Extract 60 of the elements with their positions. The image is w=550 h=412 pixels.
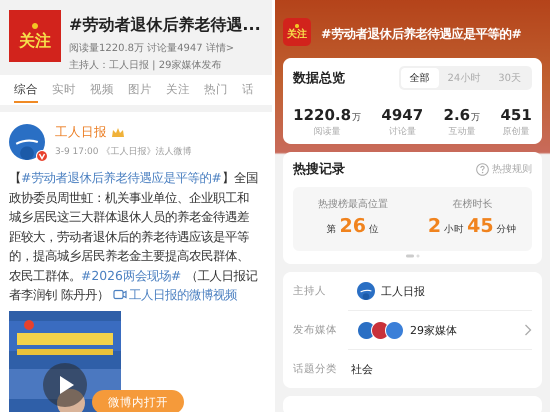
crown-icon xyxy=(111,126,125,138)
logo-icon xyxy=(357,282,375,300)
hashtag-link[interactable]: #劳动者退休后养老待遇应是平等的# xyxy=(21,170,222,185)
record-number: 2 xyxy=(428,215,442,237)
badge-label: 关注 xyxy=(287,30,307,40)
record-number: 26 xyxy=(340,215,366,237)
info-value: 社会 xyxy=(351,362,373,376)
badge-label: 关注 xyxy=(19,33,51,49)
info-label: 发布媒体 xyxy=(293,323,338,337)
range-tab[interactable]: 全部 xyxy=(400,68,439,88)
record-label: 在榜时长 xyxy=(452,198,492,211)
hashtag-link[interactable]: #2026两会现场# xyxy=(81,268,182,282)
stat-label: 互动量 xyxy=(448,126,476,138)
tab[interactable]: 热门 xyxy=(204,82,228,101)
info-label: 话题分类 xyxy=(293,362,338,376)
tab[interactable]: 实时 xyxy=(52,82,76,101)
stat-value: 4947 xyxy=(381,106,424,124)
section-title: 热搜记录 xyxy=(293,161,345,178)
tab[interactable]: 综合 xyxy=(14,82,38,103)
tab[interactable]: 关注 xyxy=(166,82,190,101)
record-unit: 分钟 xyxy=(496,223,517,236)
play-icon xyxy=(43,362,87,406)
pager-icon xyxy=(406,254,420,258)
record-unit: 第 xyxy=(326,223,337,236)
emblem-icon xyxy=(294,24,300,28)
topic-title: #劳动者退休后养老待遇... xyxy=(69,15,261,36)
topic-stats: 阅读量1220.8万 讨论量4947 详情> xyxy=(69,42,236,55)
record-unit: 位 xyxy=(368,223,379,236)
stat-value: 2.6 xyxy=(444,106,470,124)
help-icon xyxy=(476,162,489,176)
post-time: 3-9 17:00 《工人日报》法人微博 xyxy=(55,146,192,158)
stat-value: 451 xyxy=(500,106,532,124)
video-icon xyxy=(112,289,127,300)
info-label: 主持人 xyxy=(293,284,327,298)
logo-icon xyxy=(9,124,45,160)
stat-label: 阅读量 xyxy=(314,126,341,138)
record-unit: 小时 xyxy=(444,223,464,236)
stat-label: 原创量 xyxy=(502,126,530,138)
range-tab[interactable]: 24小时 xyxy=(438,68,490,88)
rules-link[interactable]: 热搜规则 xyxy=(476,162,532,176)
record-label: 热搜榜最高位置 xyxy=(318,198,388,211)
info-value: 工人日报 xyxy=(381,284,425,298)
stat-unit: 万 xyxy=(471,112,480,124)
range-tab[interactable]: 30天 xyxy=(489,68,530,88)
stat-label: 讨论量 xyxy=(388,126,416,138)
post-text: 【#劳动者退休后养老待遇应是平等的#】全国政协委员周世虹：机关事业单位、企业职工和城乡居民这三大群体退休人员的养老金待遇差距较大，劳动者退休后的养老待遇应该是平等的，提高城乡居民养老金主要提高农民群体、农民工群体。#2026两会现场# （工人日报记者李润钊 陈丹丹） 工人日报的微博视频 xyxy=(9,169,259,304)
section-title: 数据总览 xyxy=(293,70,345,87)
tab[interactable]: 视频 xyxy=(90,82,114,101)
video-link[interactable]: 工人日报的微博视频 xyxy=(112,287,237,302)
stat-unit: 万 xyxy=(352,112,362,124)
tab[interactable]: 图片 xyxy=(128,82,152,101)
author-name[interactable]: 工人日报 xyxy=(55,124,107,141)
stat-value: 1220.8 xyxy=(293,106,352,124)
tab[interactable]: 话 xyxy=(242,82,254,101)
info-value[interactable]: 29家媒体 xyxy=(410,322,457,338)
emblem-icon xyxy=(30,23,40,29)
open-in-app-button[interactable]: 微博内打开 xyxy=(92,390,184,412)
record-number: 45 xyxy=(467,215,494,237)
topic-title: #劳动者退休后养老待遇应是平等的# xyxy=(321,26,522,43)
host-line: 主持人：工人日报 | 29家媒体发布 xyxy=(69,58,222,72)
